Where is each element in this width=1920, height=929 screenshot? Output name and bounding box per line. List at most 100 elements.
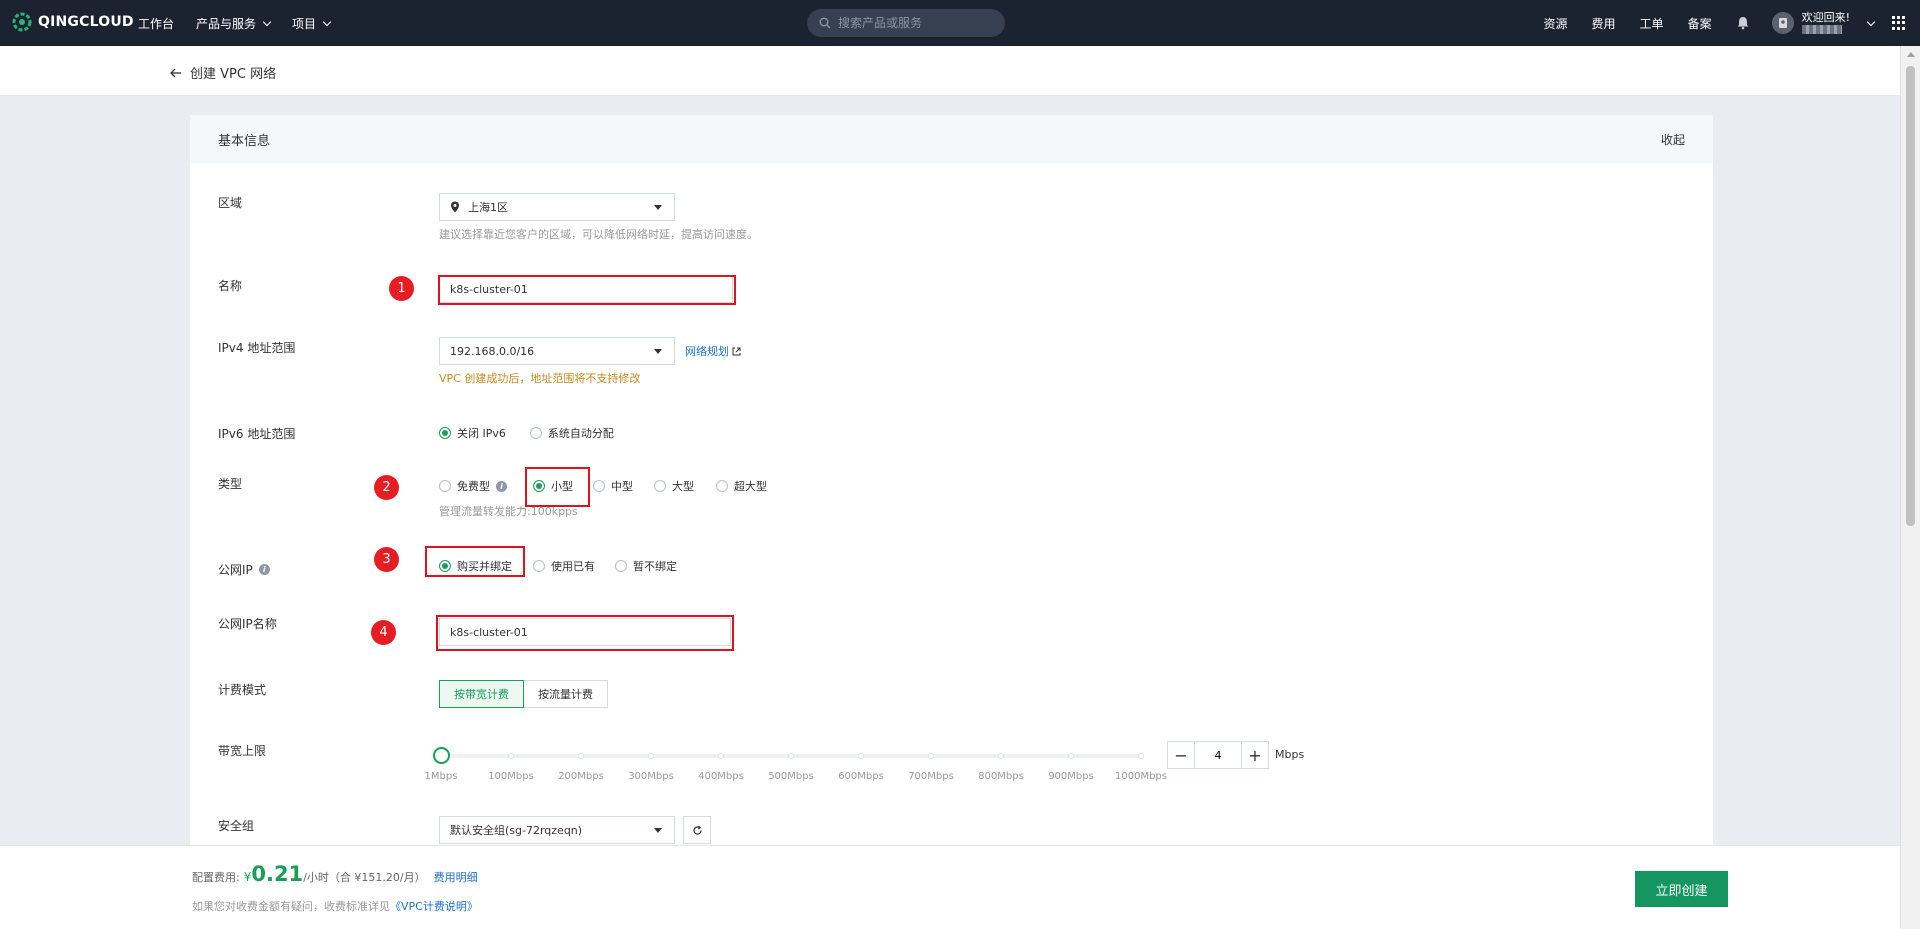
- ipv4-value: 192.168.0.0/16: [450, 344, 535, 358]
- nav-workbench[interactable]: 工作台: [138, 15, 174, 32]
- annotation-badge-4: 4: [371, 620, 396, 645]
- caret-down-icon: [654, 828, 662, 833]
- decrement-button[interactable]: −: [1167, 741, 1195, 769]
- bandwidth-unit: Mbps: [1275, 748, 1305, 761]
- public-ip-option-none[interactable]: 暂不绑定: [615, 558, 677, 574]
- nav-tickets[interactable]: 工单: [1640, 15, 1664, 32]
- nav-projects[interactable]: 项目: [292, 15, 332, 32]
- type-option-medium-label: 中型: [611, 480, 633, 493]
- increment-button[interactable]: +: [1241, 741, 1269, 769]
- nav-resources[interactable]: 资源: [1544, 15, 1568, 32]
- type-option-large[interactable]: 大型: [654, 478, 716, 494]
- fee-detail-link[interactable]: 费用明细: [434, 869, 478, 885]
- page-header: 创建 VPC 网络: [0, 46, 1900, 96]
- annotation-badge-1: 1: [389, 276, 414, 301]
- type-option-free-label: 免费型: [457, 480, 490, 493]
- apps-grid-icon[interactable]: [1892, 16, 1906, 30]
- nav-workbench-label: 工作台: [138, 17, 175, 31]
- welcome-text: 欢迎回来!: [1801, 11, 1850, 24]
- type-option-medium[interactable]: 中型: [593, 478, 654, 494]
- slider-tick-mark: [718, 753, 724, 759]
- type-option-free[interactable]: 免费型 i: [439, 478, 533, 494]
- ipv4-select[interactable]: 192.168.0.0/16: [439, 337, 675, 365]
- info-icon[interactable]: i: [258, 564, 270, 575]
- brand-name: QINGCLOUD: [38, 14, 134, 30]
- slider-tick-mark: [578, 753, 584, 759]
- info-icon[interactable]: i: [496, 480, 507, 492]
- annotation-badge-2: 2: [374, 475, 399, 500]
- type-label: 类型: [218, 477, 243, 491]
- nav-products[interactable]: 产品与服务: [196, 15, 272, 32]
- bandwidth-input[interactable]: [1195, 741, 1241, 769]
- price-amount: 0.21: [251, 862, 304, 886]
- user-menu[interactable]: 欢迎回来!: [1771, 11, 1876, 34]
- ipv6-option-off-label: 关闭 IPv6: [457, 427, 506, 440]
- annotation-box-3: [425, 546, 525, 577]
- radio-unchecked-icon: [439, 480, 451, 492]
- region-value: 上海1区: [468, 201, 508, 214]
- slider-tick-label: 800Mbps: [978, 771, 1024, 782]
- global-search[interactable]: [807, 9, 1005, 37]
- slider-tick-label: 700Mbps: [908, 771, 954, 782]
- region-label: 区域: [218, 196, 243, 210]
- ipv6-option-auto[interactable]: 系统自动分配: [529, 425, 614, 441]
- basic-info-card: 基本信息 收起: [190, 115, 1713, 929]
- network-planning-label: 网络规划: [685, 345, 729, 358]
- nav-billing[interactable]: 费用: [1592, 15, 1616, 32]
- security-group-field: 默认安全组(sg-72rqzeqn): [439, 816, 711, 844]
- vpc-billing-doc-link[interactable]: 《VPC计费说明》: [390, 900, 478, 913]
- avatar: [1771, 12, 1794, 34]
- back-link[interactable]: 创建 VPC 网络: [170, 63, 276, 82]
- slider-tick-label: 1000Mbps: [1115, 771, 1167, 782]
- nav-filing[interactable]: 备案: [1688, 15, 1712, 32]
- ipv6-option-off[interactable]: 关闭 IPv6: [439, 425, 506, 441]
- collapse-button[interactable]: 收起: [1661, 131, 1685, 148]
- type-option-xlarge[interactable]: 超大型: [716, 478, 767, 494]
- brand-logo[interactable]: QINGCLOUD: [12, 12, 134, 32]
- qingcloud-logo-icon: [12, 12, 32, 32]
- public-ip-option-existing-label: 使用已有: [551, 560, 595, 573]
- radio-unchecked-icon: [593, 480, 605, 492]
- price-label: 配置费用:: [192, 871, 240, 884]
- type-hint: 管理流量转发能力:100kpps: [439, 505, 578, 518]
- slider-tick-label: 900Mbps: [1048, 771, 1094, 782]
- security-group-select[interactable]: 默认安全组(sg-72rqzeqn): [439, 816, 675, 844]
- refresh-button[interactable]: [683, 816, 711, 844]
- public-ip-option-existing[interactable]: 使用已有: [533, 558, 615, 574]
- external-link-icon: [732, 347, 741, 355]
- scrollbar-thumb[interactable]: [1906, 66, 1915, 526]
- search-input[interactable]: [838, 16, 998, 30]
- bell-icon[interactable]: [1736, 16, 1750, 30]
- slider-tick-mark: [1138, 753, 1144, 759]
- region-select[interactable]: 上海1区: [439, 193, 675, 221]
- refresh-icon: [692, 825, 702, 835]
- annotation-box-4: [436, 615, 734, 651]
- nav-projects-label: 项目: [292, 17, 317, 31]
- arrow-left-icon: [170, 68, 181, 77]
- ipv6-option-auto-label: 系统自动分配: [547, 427, 614, 440]
- slider-tick-label: 600Mbps: [838, 771, 884, 782]
- chevron-down-icon: [322, 17, 332, 27]
- slider-tick-mark: [998, 753, 1004, 759]
- slider-tick-label: 100Mbps: [488, 771, 534, 782]
- name-label: 名称: [218, 279, 243, 293]
- billing-option-bandwidth[interactable]: 按带宽计费: [439, 680, 524, 708]
- location-pin-icon: [451, 201, 459, 213]
- nav-products-label: 产品与服务: [196, 17, 257, 31]
- annotation-badge-3: 3: [374, 547, 399, 572]
- slider-handle[interactable]: [433, 747, 450, 764]
- billing-option-traffic[interactable]: 按流量计费: [524, 680, 608, 708]
- price-period: /小时（合 ¥151.20/月）: [303, 871, 426, 884]
- network-planning-link[interactable]: 网络规划: [685, 343, 741, 359]
- ipv6-radio-group: 关闭 IPv6 系统自动分配: [439, 425, 614, 441]
- scroll-up-icon[interactable]: [1907, 52, 1915, 57]
- page-scrollbar[interactable]: [1900, 46, 1920, 929]
- annotation-box-1: [438, 275, 736, 305]
- create-now-button[interactable]: 立即创建: [1635, 871, 1728, 907]
- radio-unchecked-icon: [529, 427, 542, 439]
- ipv4-warning: VPC 创建成功后，地址范围将不支持修改: [439, 372, 641, 385]
- user-icon: [1778, 18, 1787, 28]
- type-option-xlarge-label: 超大型: [734, 480, 767, 493]
- bandwidth-label: 带宽上限: [218, 744, 267, 758]
- chevron-down-icon: [1866, 17, 1876, 26]
